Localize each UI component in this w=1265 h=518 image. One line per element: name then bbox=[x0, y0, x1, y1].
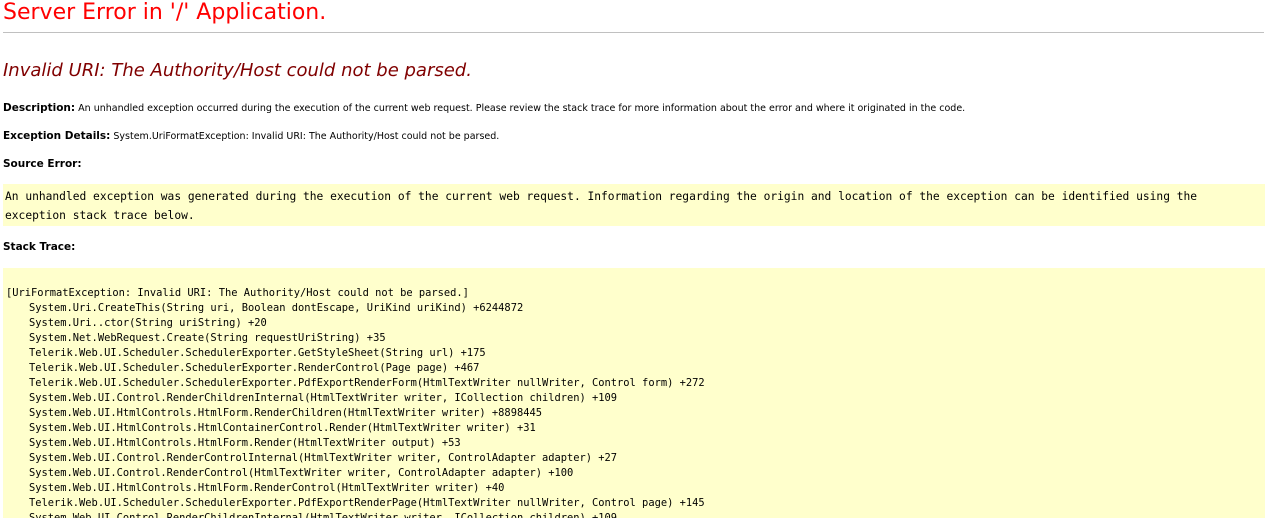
source-error-text: An unhandled exception was generated dur… bbox=[5, 190, 1198, 222]
error-message: Invalid URI: The Authority/Host could no… bbox=[3, 60, 472, 81]
stack-frame: Telerik.Web.UI.Scheduler.SchedulerExport… bbox=[29, 377, 705, 389]
stack-frame: System.Web.UI.HtmlControls.HtmlForm.Rend… bbox=[29, 407, 542, 419]
description-text: An unhandled exception occurred during t… bbox=[78, 103, 966, 114]
source-error-box: An unhandled exception was generated dur… bbox=[3, 184, 1265, 226]
stack-frame: System.Web.UI.HtmlControls.HtmlForm.Rend… bbox=[29, 437, 461, 449]
stack-trace-label: Stack Trace: bbox=[3, 241, 76, 253]
stack-frame: System.Web.UI.Control.RenderControl(Html… bbox=[29, 467, 574, 479]
exception-details-text: System.UriFormatException: Invalid URI: … bbox=[113, 131, 500, 142]
stack-trace-frames: System.Uri.CreateThis(String uri, Boolea… bbox=[6, 301, 1265, 518]
title-divider bbox=[3, 32, 1264, 33]
stack-frame: System.Web.UI.HtmlControls.HtmlContainer… bbox=[29, 422, 536, 434]
stack-trace-header: [UriFormatException: Invalid URI: The Au… bbox=[6, 287, 469, 299]
exception-details-label: Exception Details: bbox=[3, 130, 111, 142]
stack-frame: System.Web.UI.Control.RenderControlInter… bbox=[29, 452, 618, 464]
stack-frame: System.Web.UI.Control.RenderChildrenInte… bbox=[29, 392, 618, 404]
stack-frame: Telerik.Web.UI.Scheduler.SchedulerExport… bbox=[29, 347, 486, 359]
stack-frame: Telerik.Web.UI.Scheduler.SchedulerExport… bbox=[29, 362, 480, 374]
description-label: Description: bbox=[3, 102, 76, 114]
error-page: Server Error in '/' Application. Invalid… bbox=[0, 0, 1265, 518]
stack-frame: System.Web.UI.Control.RenderChildrenInte… bbox=[29, 512, 618, 518]
stack-frame: Telerik.Web.UI.Scheduler.SchedulerExport… bbox=[29, 497, 705, 509]
stack-frame: System.Uri.CreateThis(String uri, Boolea… bbox=[29, 302, 524, 314]
source-error-label: Source Error: bbox=[3, 158, 82, 170]
exception-details-section: Exception Details: System.UriFormatExcep… bbox=[3, 129, 499, 144]
stack-frame: System.Uri..ctor(String uriString) +20 bbox=[29, 317, 267, 329]
stack-frame: System.Web.UI.HtmlControls.HtmlForm.Rend… bbox=[29, 482, 505, 494]
page-title: Server Error in '/' Application. bbox=[3, 0, 327, 25]
stack-trace-box: [UriFormatException: Invalid URI: The Au… bbox=[3, 268, 1265, 518]
stack-frame: System.Net.WebRequest.Create(String requ… bbox=[29, 332, 386, 344]
description-section: Description: An unhandled exception occu… bbox=[3, 101, 965, 116]
